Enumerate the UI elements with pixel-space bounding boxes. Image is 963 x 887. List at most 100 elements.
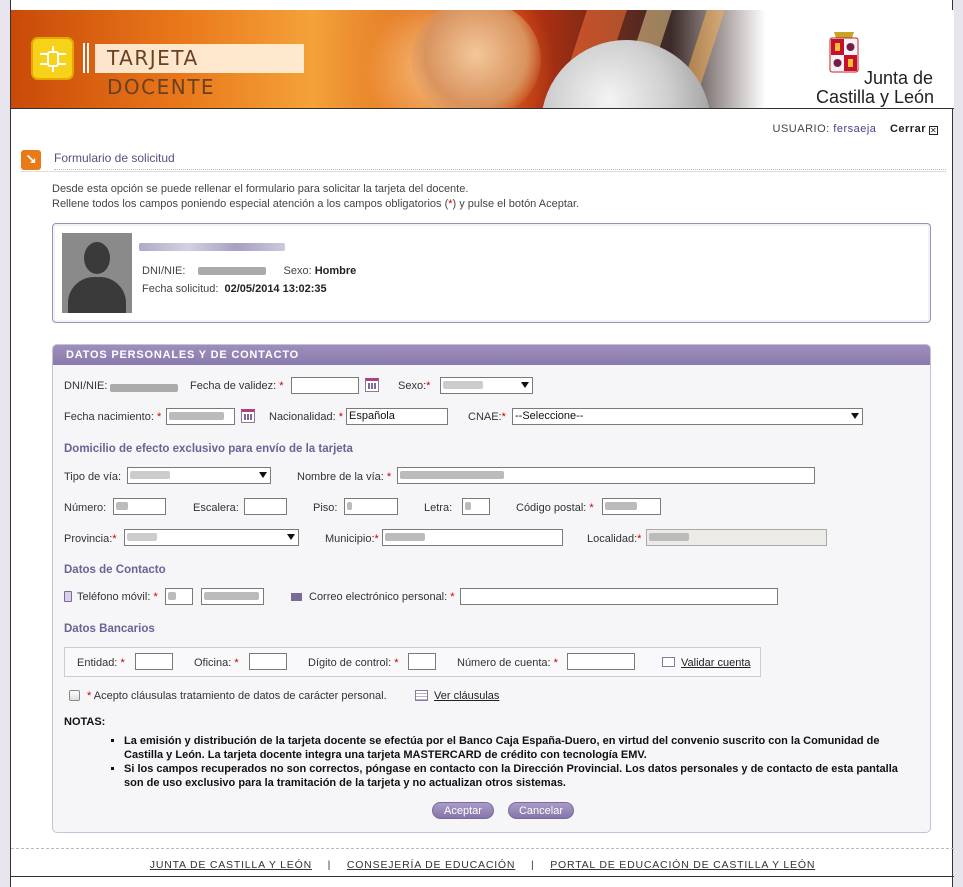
footer-link-portal[interactable]: PORTAL DE EDUCACIÓN DE CASTILLA Y LEÓN — [550, 859, 815, 871]
validez-input[interactable] — [291, 377, 359, 394]
page: TARJETA DOCENTE Junta de Castilla y León… — [10, 0, 954, 887]
calendar-icon[interactable] — [365, 378, 379, 392]
profile-dni-redacted — [198, 267, 267, 276]
footer: JUNTA DE CASTILLA Y LEÓN | CONSEJERÍA DE… — [149, 859, 816, 871]
bancarios-heading: Datos Bancarios — [64, 623, 155, 635]
cancelar-button[interactable]: Cancelar — [508, 802, 574, 819]
chip-icon — [31, 37, 74, 80]
telefono-label: Teléfono móvil: * — [77, 591, 158, 603]
username: fersaeja — [833, 123, 877, 135]
localidad-label: Localidad:* — [587, 533, 642, 545]
escalera-label: Escalera: — [193, 502, 239, 514]
dni-label: DNI/NIE: — [64, 380, 108, 392]
section-header: ↘ Formulario de solicitud — [21, 148, 946, 172]
correo-label: Correo electrónico personal: * — [309, 591, 455, 603]
org-name-line1: Junta de — [864, 68, 934, 88]
aceptar-button[interactable]: Aceptar — [432, 802, 494, 819]
note-item: La emisión y distribución de la tarjeta … — [124, 734, 914, 762]
personal-data-panel: DATOS PERSONALES Y DE CONTACTO DNI/NIE: … — [52, 344, 931, 833]
banner-photo — [411, 10, 541, 108]
nombre-via-input[interactable] — [397, 467, 815, 484]
chevron-down-icon — [851, 413, 859, 419]
numero-label: Número: — [64, 502, 107, 514]
piso-input[interactable] — [344, 498, 398, 515]
bank-box: Entidad: * Oficina: * Dígito de control:… — [64, 647, 761, 677]
digito-label: Dígito de control: * — [308, 657, 399, 669]
municipio-input[interactable] — [382, 529, 563, 546]
provincia-select[interactable] — [124, 529, 299, 546]
arrow-icon: ↘ — [21, 150, 41, 170]
document-icon — [415, 690, 428, 701]
tipo-via-select[interactable] — [127, 467, 271, 484]
chevron-down-icon — [259, 472, 267, 478]
calendar-icon[interactable] — [241, 409, 255, 423]
chevron-down-icon — [287, 534, 295, 540]
footer-link-consejeria[interactable]: CONSEJERÍA DE EDUCACIÓN — [347, 859, 515, 871]
oficina-input[interactable] — [249, 653, 287, 670]
cuenta-input[interactable] — [567, 653, 635, 670]
validar-cuenta-link[interactable]: Validar cuenta — [681, 657, 751, 669]
cp-label: Código postal: * — [516, 502, 594, 514]
oficina-label: Oficina: * — [194, 657, 239, 669]
nacimiento-input[interactable] — [166, 408, 235, 425]
panel-title: DATOS PERSONALES Y DE CONTACTO — [53, 345, 930, 365]
org-name-line2: Castilla y León — [816, 87, 935, 107]
user-bar: USUARIO: fersaeja Cerrar ✕ — [773, 123, 938, 135]
nombre-via-label: Nombre de la vía: * — [297, 471, 392, 483]
localidad-input — [646, 529, 827, 546]
contacto-heading: Datos de Contacto — [64, 564, 166, 576]
nacionalidad-input[interactable]: Española — [346, 408, 448, 425]
intro-text: Desde esta opción se puede rellenar el f… — [52, 183, 580, 210]
entidad-input[interactable] — [135, 653, 173, 670]
telefono-input[interactable] — [201, 588, 264, 605]
correo-input[interactable] — [460, 588, 778, 605]
profile-fecha-value: 02/05/2014 13:02:35 — [224, 283, 327, 295]
escalera-input[interactable] — [244, 498, 287, 515]
ver-clausulas-link[interactable]: Ver cláusulas — [434, 690, 499, 702]
letra-label: Letra: — [424, 502, 453, 514]
profile-name-redacted — [139, 243, 285, 252]
profile-sexo-label: Sexo: — [283, 265, 312, 277]
nacimiento-label: Fecha nacimiento: * — [64, 411, 162, 423]
cnae-select[interactable]: --Seleccione-- — [512, 408, 863, 425]
phone-icon — [64, 591, 72, 602]
tipo-via-label: Tipo de vía: — [64, 471, 122, 483]
provincia-label: Provincia:* — [64, 533, 117, 545]
profile-dni-label: DNI/NIE: — [142, 265, 186, 277]
logout-link[interactable]: Cerrar ✕ — [890, 123, 938, 135]
section-title: Formulario de solicitud — [54, 151, 175, 165]
chevron-down-icon — [521, 382, 529, 388]
nacionalidad-label: Nacionalidad: * — [269, 411, 343, 423]
profile-fecha-label: Fecha solicitud: — [142, 283, 219, 295]
junta-logo[interactable]: Junta de Castilla y León — [816, 28, 946, 108]
validate-icon — [662, 657, 675, 667]
sexo-label: Sexo:* — [398, 380, 431, 392]
domicilio-heading: Domicilio de efecto exclusivo para envío… — [64, 443, 353, 455]
user-label: USUARIO: — [772, 123, 830, 135]
header-banner: TARJETA DOCENTE Junta de Castilla y León — [11, 10, 954, 108]
cnae-label: CNAE:* — [468, 411, 506, 423]
sexo-select[interactable] — [440, 377, 533, 394]
close-icon: ✕ — [929, 126, 938, 135]
telefono-prefix-input[interactable] — [165, 588, 193, 605]
notes: NOTAS: La emisión y distribución de la t… — [64, 716, 914, 790]
numero-input[interactable] — [113, 498, 166, 515]
acepto-checkbox[interactable] — [69, 690, 80, 701]
profile-sexo-value: Hombre — [314, 265, 357, 277]
profile-card: DNI/NIE: Sexo: Hombre Fecha solicitud: 0… — [52, 223, 931, 323]
note-item: Si los campos recuperados no son correct… — [124, 762, 914, 790]
coat-of-arms-icon — [829, 32, 859, 73]
letra-input[interactable] — [462, 498, 490, 515]
entidad-label: Entidad: * — [77, 657, 125, 669]
acepto-label: * Acepto cláusulas tratamiento de datos … — [87, 690, 387, 702]
dni-redacted — [110, 384, 178, 392]
brand-title: TARJETA DOCENTE — [95, 44, 304, 99]
digito-input[interactable] — [408, 653, 436, 670]
notes-heading: NOTAS: — [64, 716, 106, 728]
cuenta-label: Número de cuenta: * — [457, 657, 558, 669]
piso-label: Piso: — [313, 502, 338, 514]
municipio-label: Municipio:* — [325, 533, 379, 545]
cp-input[interactable] — [602, 498, 661, 515]
footer-link-junta[interactable]: JUNTA DE CASTILLA Y LEÓN — [150, 859, 312, 871]
mail-icon — [291, 593, 302, 601]
